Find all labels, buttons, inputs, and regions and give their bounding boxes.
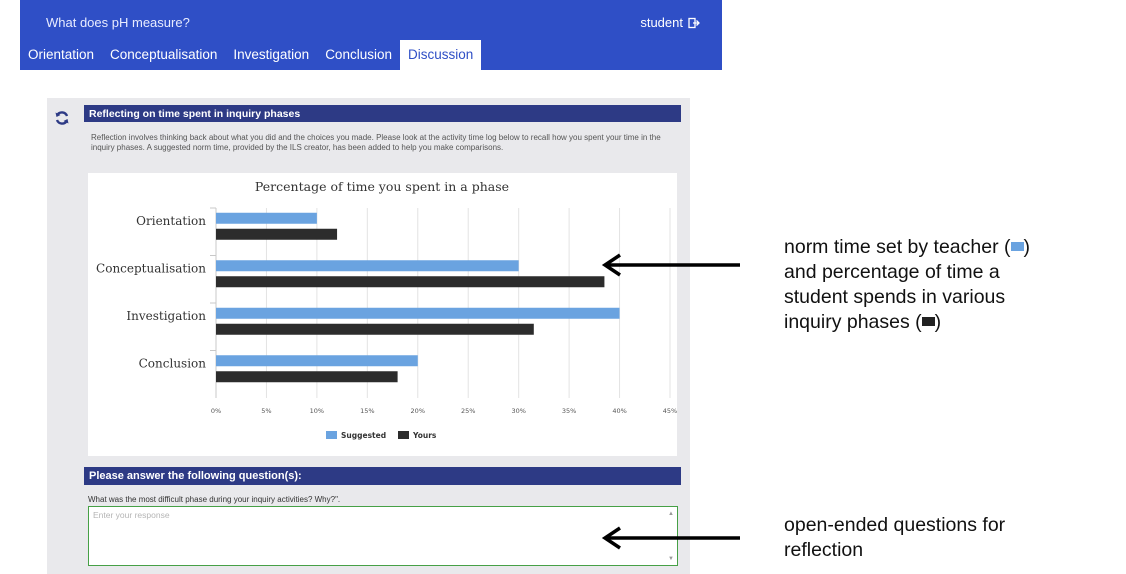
chart-svg: Percentage of time you spent in a phase 0… — [96, 179, 677, 440]
x-tick-label: 25% — [461, 407, 475, 415]
reflection-intro: Reflection involves thinking back about … — [91, 133, 661, 152]
x-tick-label: 20% — [411, 407, 425, 415]
scroll-up-icon[interactable]: ▲ — [668, 511, 674, 517]
bar-suggested-conclusion — [216, 355, 418, 367]
x-tick-label: 0% — [211, 407, 221, 415]
questions-annotation: open-ended questions for reflection — [784, 513, 1005, 563]
scroll-down-icon[interactable]: ▼ — [668, 556, 674, 562]
annotation-line-2: and percentage of time a — [784, 261, 1000, 283]
logout-icon[interactable] — [688, 17, 700, 29]
y-category-label: Conclusion — [139, 356, 207, 370]
chart-annotation: norm time set by teacher () and percenta… — [784, 236, 1030, 333]
response-placeholder: Enter your response — [93, 510, 170, 520]
arrow-icon — [601, 253, 740, 277]
annotation-q-line-1: open-ended questions for — [784, 514, 1006, 536]
x-tick-label: 45% — [663, 407, 677, 415]
tab-investigation[interactable]: Investigation — [225, 40, 317, 70]
response-input[interactable]: Enter your response ▲ ▼ — [88, 506, 678, 566]
chart-title: Percentage of time you spent in a phase — [255, 179, 509, 194]
legend-label-suggested: Suggested — [341, 431, 386, 440]
x-tick-label: 10% — [310, 407, 324, 415]
annotation-line-1: norm time set by teacher ( — [784, 236, 1011, 258]
bar-yours-investigation — [216, 323, 534, 335]
x-tick-label: 15% — [360, 407, 374, 415]
x-tick-label: 5% — [261, 407, 271, 415]
yours-swatch-icon — [921, 317, 935, 327]
x-tick-label: 35% — [562, 407, 576, 415]
app-title: What does pH measure? — [46, 15, 190, 30]
tab-conclusion[interactable]: Conclusion — [317, 40, 400, 70]
x-tick-label: 30% — [511, 407, 525, 415]
legend-label-yours: Yours — [412, 431, 437, 440]
bar-suggested-conceptualisation — [216, 260, 519, 272]
legend-swatch-yours — [398, 431, 409, 439]
reflection-header: Reflecting on time spent in inquiry phas… — [84, 105, 681, 122]
legend-swatch-suggested — [326, 431, 337, 439]
annotation-line-3: student spends in various — [784, 286, 1006, 308]
annotation-q-line-2: reflection — [784, 539, 864, 561]
app-header: What does pH measure? student Orientatio… — [20, 0, 722, 70]
bar-yours-orientation — [216, 228, 338, 240]
bar-yours-conceptualisation — [216, 276, 605, 288]
bar-suggested-investigation — [216, 307, 620, 319]
refresh-icon[interactable] — [54, 110, 70, 126]
question-text: What was the most difficult phase during… — [88, 495, 341, 504]
tab-orientation[interactable]: Orientation — [20, 40, 102, 70]
y-category-label: Orientation — [136, 214, 206, 228]
user-menu[interactable]: student — [640, 15, 700, 30]
tab-discussion[interactable]: Discussion — [399, 40, 482, 70]
tab-conceptualisation[interactable]: Conceptualisation — [102, 40, 225, 70]
suggested-swatch-icon — [1010, 242, 1024, 252]
bar-suggested-orientation — [216, 212, 317, 224]
x-tick-label: 40% — [612, 407, 626, 415]
questions-header: Please answer the following question(s): — [84, 467, 681, 485]
username: student — [640, 15, 683, 30]
time-chart: Percentage of time you spent in a phase 0… — [88, 173, 677, 456]
bar-yours-conclusion — [216, 371, 398, 383]
y-category-label: Conceptualisation — [96, 261, 206, 275]
arrow-icon — [601, 526, 740, 550]
y-category-label: Investigation — [126, 309, 206, 323]
annotation-line-4: inquiry phases ( — [784, 311, 922, 333]
phase-tabs: Orientation Conceptualisation Investigat… — [20, 40, 482, 70]
